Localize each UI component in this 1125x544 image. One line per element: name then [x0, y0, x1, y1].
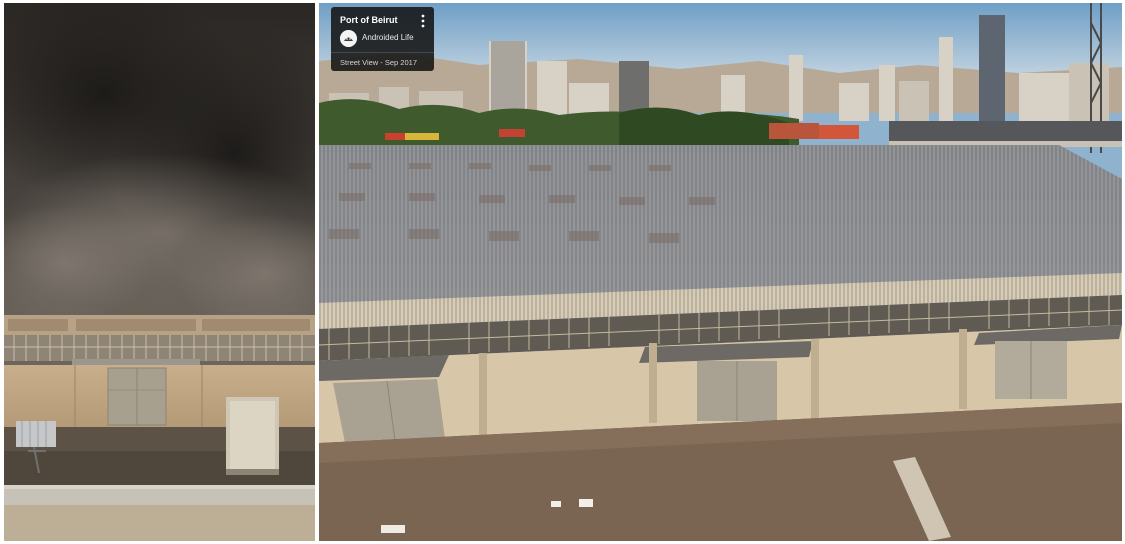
divider — [331, 52, 434, 53]
smoke-scene — [4, 3, 315, 541]
author-name[interactable]: Androided Life — [362, 33, 414, 42]
street-view-info-card[interactable]: Port of Beirut Androided Life Street Vie… — [331, 7, 434, 71]
location-title: Port of Beirut — [340, 15, 398, 25]
right-photo: Port of Beirut Androided Life Street Vie… — [319, 3, 1122, 541]
avatar-icon[interactable] — [340, 30, 357, 47]
more-vert-icon[interactable] — [418, 13, 428, 29]
left-photo — [4, 3, 315, 541]
capture-date: Street View - Sep 2017 — [340, 58, 417, 67]
street-view-scene — [319, 3, 1122, 541]
